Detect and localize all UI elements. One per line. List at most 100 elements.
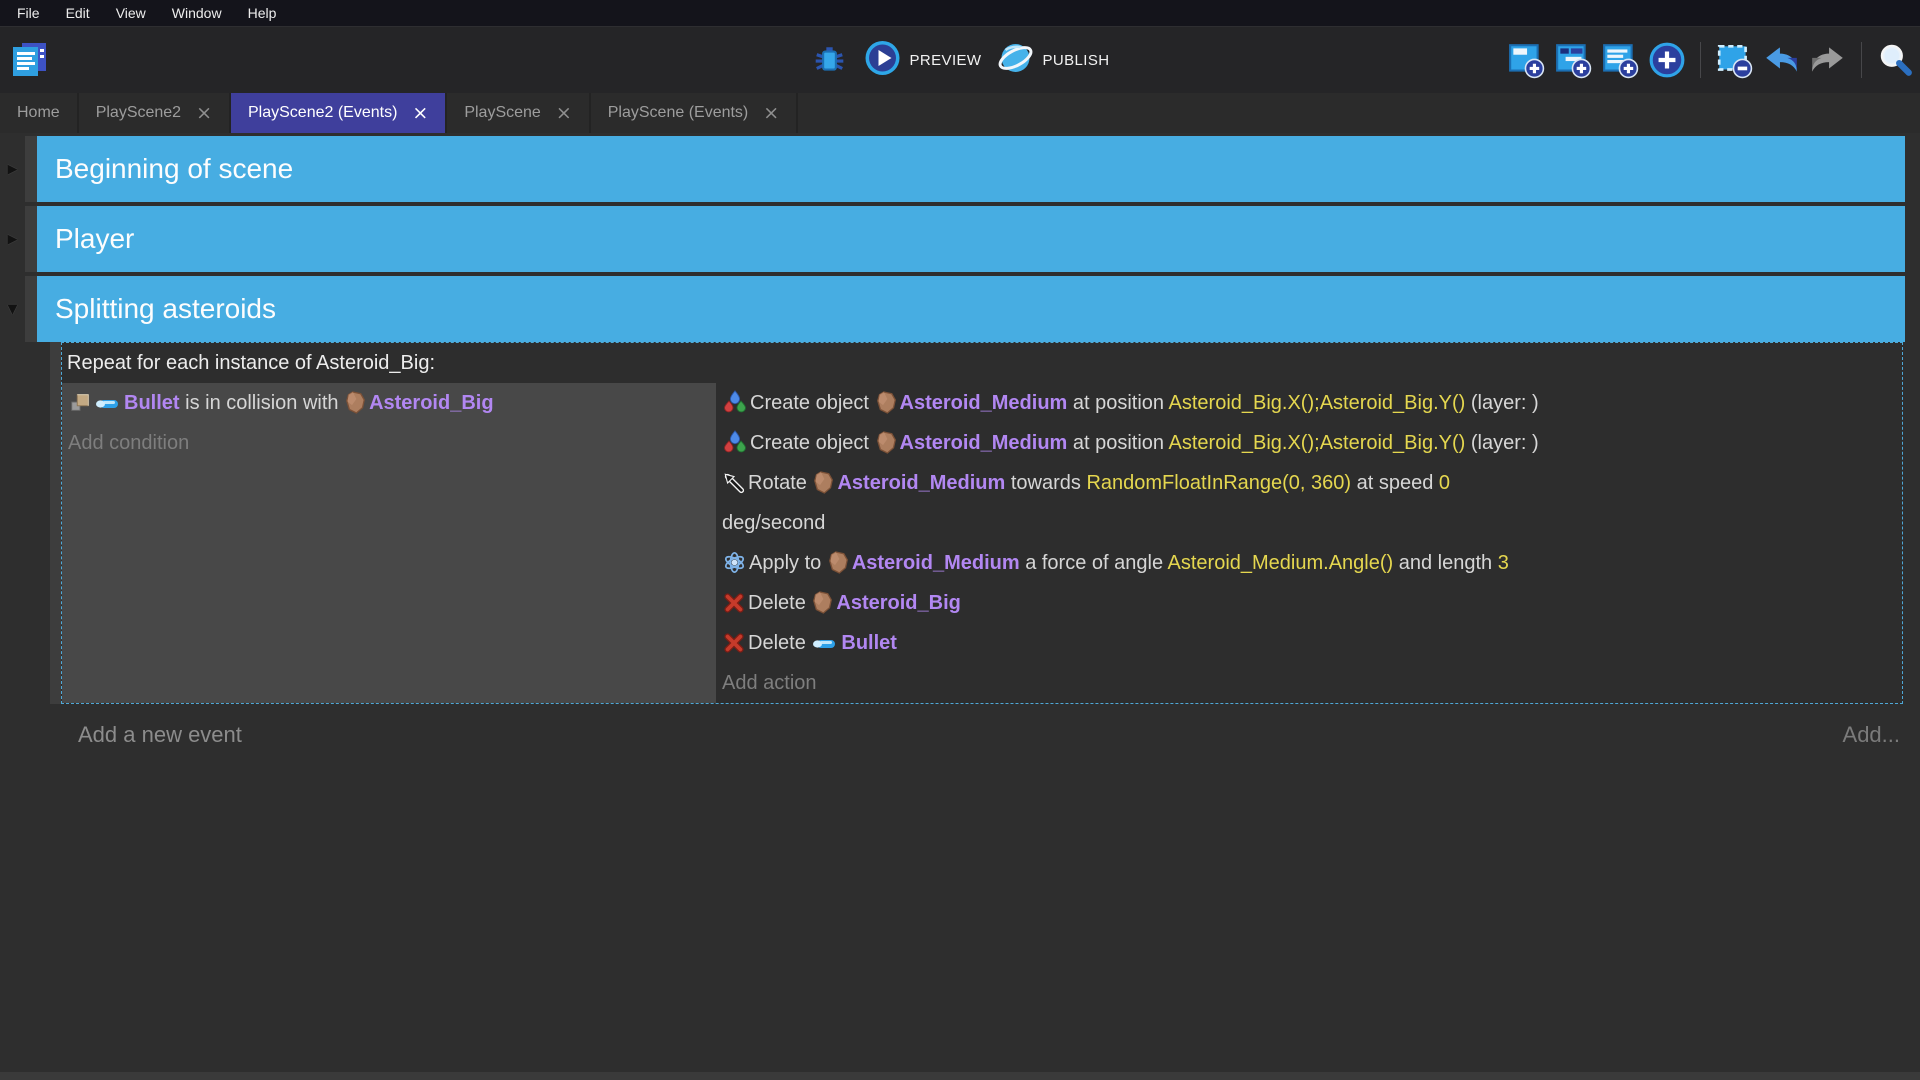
- text-segment: Asteroid_Medium: [900, 392, 1068, 414]
- toolbar: PREVIEW PUBLISH: [0, 26, 1920, 93]
- preview-button[interactable]: PREVIEW: [865, 40, 982, 80]
- group-header-title[interactable]: Beginning of scene: [37, 136, 1905, 202]
- add-comment-icon[interactable]: [1601, 41, 1639, 79]
- asteroid-icon: [876, 383, 897, 423]
- action-row[interactable]: Rotate Asteroid_Medium towards RandomFlo…: [716, 463, 1902, 543]
- conditions-column: Bullet is in collision with Asteroid_Big…: [62, 383, 716, 703]
- text-segment: (layer: ): [1465, 432, 1538, 454]
- publish-label: PUBLISH: [1042, 52, 1109, 69]
- debugger-icon[interactable]: [811, 41, 849, 79]
- add-more-button[interactable]: Add...: [1843, 722, 1900, 748]
- action-row[interactable]: Delete Asteroid_Big: [716, 583, 1902, 623]
- asteroid-icon: [812, 583, 833, 623]
- undo-icon[interactable]: [1762, 41, 1800, 79]
- text-segment: Apply to: [749, 552, 827, 574]
- collision-icon: [69, 383, 91, 423]
- add-subevent-icon[interactable]: [1554, 41, 1592, 79]
- event-gutter: ▶: [0, 136, 25, 202]
- actions-column: Create object Asteroid_Medium at positio…: [716, 383, 1902, 703]
- preview-label: PREVIEW: [910, 52, 982, 69]
- text-segment: deg/second: [722, 512, 825, 534]
- tab-playscene2[interactable]: PlayScene2 ×: [79, 93, 231, 133]
- toolbar-separator: [1700, 42, 1701, 78]
- add-new-event-button[interactable]: Add a new event: [78, 722, 242, 748]
- close-icon[interactable]: ×: [196, 104, 212, 123]
- action-row[interactable]: Delete Bullet: [716, 623, 1902, 663]
- add-event-icon[interactable]: [1507, 41, 1545, 79]
- text-segment: RandomFloatInRange(0, 360): [1086, 472, 1351, 494]
- collapse-arrow-icon[interactable]: ▶: [8, 232, 18, 247]
- bullet-icon: [95, 383, 121, 423]
- publish-button[interactable]: PUBLISH: [997, 40, 1109, 80]
- rotate-icon: [723, 463, 745, 503]
- text-segment: Bullet: [841, 632, 897, 654]
- repeat-event-content[interactable]: Repeat for each instance of Asteroid_Big…: [61, 342, 1903, 704]
- add-action-button[interactable]: Add action: [716, 663, 1902, 703]
- menu-help[interactable]: Help: [235, 0, 290, 26]
- bullet-icon: [812, 623, 838, 663]
- repeat-event: Repeat for each instance of Asteroid_Big…: [50, 342, 1903, 704]
- text-segment: Delete: [748, 592, 811, 614]
- asteroid-icon: [345, 383, 366, 423]
- events-sheet: ▶ Beginning of scene ▶ Player ▼ Splittin…: [0, 133, 1920, 748]
- add-condition-button[interactable]: Add condition: [62, 423, 716, 463]
- event-gutter: ▼: [0, 276, 25, 342]
- event-drag-handle[interactable]: [25, 276, 37, 342]
- tab-playscene-events[interactable]: PlayScene (Events) ×: [591, 93, 798, 133]
- text-segment: is in collision with: [180, 392, 345, 414]
- deactivate-selection-icon[interactable]: [1715, 41, 1753, 79]
- delete-icon: [723, 583, 745, 623]
- group-header-title[interactable]: Player: [37, 206, 1905, 272]
- add-event-row: Add a new event Add...: [0, 708, 1920, 748]
- text-segment: Bullet: [124, 392, 180, 414]
- event-group-player: ▶ Player: [0, 206, 1920, 272]
- event-drag-handle[interactable]: [50, 342, 61, 704]
- horizontal-scrollbar[interactable]: [0, 1072, 1920, 1080]
- text-segment: Create object: [750, 432, 875, 454]
- repeat-label[interactable]: Repeat for each instance of Asteroid_Big…: [62, 343, 1902, 383]
- close-icon[interactable]: ×: [412, 104, 428, 123]
- text-segment: (layer: ): [1465, 392, 1538, 414]
- expand-arrow-icon[interactable]: ▼: [8, 302, 18, 317]
- action-row[interactable]: Create object Asteroid_Medium at positio…: [716, 383, 1902, 423]
- text-segment: Asteroid_Medium: [837, 472, 1005, 494]
- tab-bar: Home PlayScene2 × PlayScene2 (Events) × …: [0, 93, 1920, 133]
- delete-icon: [723, 623, 745, 663]
- asteroid-icon: [828, 543, 849, 583]
- menu-file[interactable]: File: [4, 0, 53, 26]
- event-drag-handle[interactable]: [25, 136, 37, 202]
- play-icon: [865, 40, 901, 80]
- text-segment: 0: [1439, 472, 1450, 494]
- tab-home[interactable]: Home: [0, 93, 79, 133]
- force-icon: [723, 543, 746, 583]
- event-drag-handle[interactable]: [25, 206, 37, 272]
- close-icon[interactable]: ×: [556, 104, 572, 123]
- tab-playscene2-events[interactable]: PlayScene2 (Events) ×: [231, 93, 447, 133]
- condition-row[interactable]: Bullet is in collision with Asteroid_Big: [62, 383, 716, 423]
- menu-bar: File Edit View Window Help: [0, 0, 1920, 26]
- tab-playscene[interactable]: PlayScene ×: [447, 93, 590, 133]
- asteroid-icon: [876, 423, 897, 463]
- event-gutter: ▶: [0, 206, 25, 272]
- menu-edit[interactable]: Edit: [53, 0, 103, 26]
- text-segment: Create object: [750, 392, 875, 414]
- menu-view[interactable]: View: [103, 0, 159, 26]
- toolbar-separator: [1861, 42, 1862, 78]
- app-logo-icon: [8, 40, 50, 82]
- text-segment: Asteroid_Big: [836, 592, 960, 614]
- action-row[interactable]: Apply to Asteroid_Medium a force of angl…: [716, 543, 1902, 583]
- add-circle-icon[interactable]: [1648, 41, 1686, 79]
- search-icon[interactable]: [1876, 41, 1914, 79]
- action-row[interactable]: Create object Asteroid_Medium at positio…: [716, 423, 1902, 463]
- text-segment: 3: [1498, 552, 1509, 574]
- text-segment: Asteroid_Big: [369, 392, 493, 414]
- close-icon[interactable]: ×: [763, 104, 779, 123]
- text-segment: Delete: [748, 632, 811, 654]
- tab-label: PlayScene (Events): [608, 104, 749, 122]
- publish-globe-icon: [997, 40, 1033, 80]
- group-header-title[interactable]: Splitting asteroids: [37, 276, 1905, 342]
- text-segment: a force of angle: [1020, 552, 1168, 574]
- redo-icon[interactable]: [1809, 41, 1847, 79]
- menu-window[interactable]: Window: [159, 0, 235, 26]
- collapse-arrow-icon[interactable]: ▶: [8, 162, 18, 177]
